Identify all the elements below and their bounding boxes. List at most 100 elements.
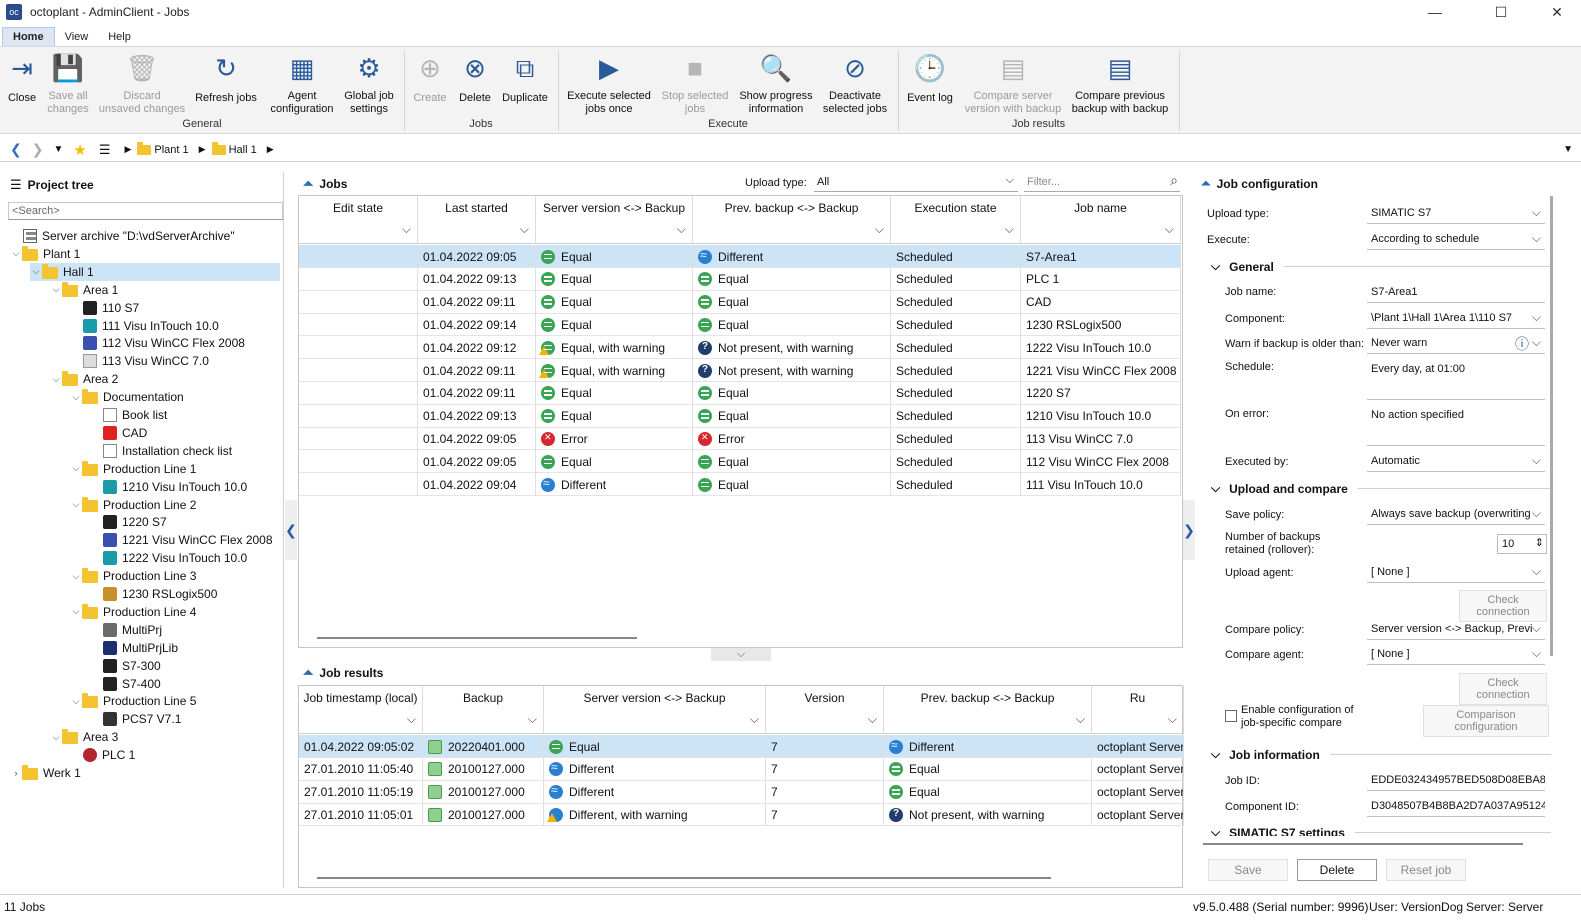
breadcrumb-plant-1[interactable]: Plant 1 [137,141,189,156]
tree-node[interactable]: 1220 S7 [90,513,167,531]
tree-node[interactable]: › Werk 1 [10,764,81,782]
backups-stepper[interactable]: 10 ⇕ [1497,534,1547,554]
column-header[interactable]: Server version <-> Backup [544,686,766,710]
compare-agent-field[interactable]: [ None ] [1367,645,1545,665]
expanded-chevron-icon[interactable]: ⌵ [30,266,42,277]
column-header[interactable]: Job timestamp (local) [299,686,423,710]
save-policy-field[interactable]: Always save backup (overwriting [1367,505,1545,525]
tree-node[interactable]: ⌵ Hall 1 [30,262,280,281]
tab-help[interactable]: Help [98,28,141,46]
column-header[interactable]: Server version <-> Backup [536,196,693,220]
compare-policy-field[interactable]: Server version <-> Backup, Previ [1367,620,1545,640]
horizontal-scrollbar[interactable] [317,877,1051,879]
table-row[interactable]: 01.04.2022 09:04 Different Equal Scheduled 1… [299,473,1181,496]
table-row[interactable]: 01.04.2022 09:05:02 20220401.000 Equal 7 Dif… [299,735,1184,758]
column-header[interactable]: Last started [418,196,536,220]
tree-node[interactable]: 1222 Visu InTouch 10.0 [90,549,247,567]
expanded-chevron-icon[interactable]: ⌵ [70,463,82,474]
collapse-left-icon[interactable]: ❮ [285,500,297,560]
tree-node[interactable]: S7-400 [90,675,161,693]
splitter-icon[interactable]: ⌵ [711,648,771,661]
back-icon[interactable]: ❮ [10,141,22,158]
tree-node[interactable]: 1210 Visu InTouch 10.0 [90,478,247,496]
job-name-field[interactable]: S7-Area1 [1367,283,1545,303]
jobs-filter-input[interactable]: Filter... ⌕ [1024,172,1180,192]
expanded-chevron-icon[interactable]: ⌵ [50,732,62,743]
sec-info-section[interactable]: ⌵ Job information [1211,747,1551,762]
component-field[interactable]: \Plant 1\Hall 1\Area 1\110 S7 [1367,309,1545,329]
upload-agent-field[interactable]: [ None ] [1367,563,1545,583]
check-connection-button[interactable]: Check connection [1459,673,1547,705]
expanded-chevron-icon[interactable]: ⌵ [10,248,22,259]
sec-general-section[interactable]: ⌵ General [1211,259,1551,274]
table-row[interactable]: 27.01.2010 11:05:01 20100127.000 Different… [299,803,1184,827]
tree-node[interactable]: ⌵ Area 3 [50,728,118,746]
table-row[interactable]: 01.04.2022 09:11 Equal Equal Scheduled CAD [299,290,1181,314]
table-row[interactable]: 27.01.2010 11:05:19 20100127.000 Different… [299,780,1184,804]
tree-node[interactable]: ⌵ Plant 1 [10,245,80,263]
save-button[interactable]: Save [1208,859,1288,881]
tree-node[interactable]: ⌵ Production Line 5 [70,692,196,710]
check-connection-button[interactable]: Check connection [1459,590,1547,622]
tree-node[interactable]: Book list [90,406,167,424]
expanded-chevron-icon[interactable]: ⌵ [50,284,62,295]
table-row[interactable]: 01.04.2022 09:14 Equal Equal Scheduled 1230 … [299,313,1181,337]
table-row[interactable]: 01.04.2022 09:12 Equal, with warning Not p… [299,336,1181,360]
horizontal-scrollbar[interactable] [317,637,637,639]
minimize-icon[interactable]: — [1412,0,1458,24]
schedule-field[interactable]: Every day, at 01:00 [1367,360,1545,400]
history-dropdown-icon[interactable]: ▼ [53,144,63,155]
column-filter-dropdown[interactable] [544,710,766,734]
column-filter-dropdown[interactable] [1021,220,1181,244]
tree-node[interactable]: 110 S7 [70,299,139,317]
compare-server-button[interactable]: ▤ Compare server version with backup [958,50,1068,116]
column-filter-dropdown[interactable] [299,710,423,734]
column-filter-dropdown[interactable] [299,220,418,244]
table-row[interactable]: 01.04.2022 09:13 Equal Equal Scheduled 1210 … [299,404,1181,428]
table-row[interactable]: 27.01.2010 11:05:40 20100127.000 Different… [299,757,1184,781]
expanded-chevron-icon[interactable]: ⌵ [70,606,82,617]
column-filter-dropdown[interactable] [891,220,1021,244]
enable-configuration-checkbox[interactable] [1225,710,1237,722]
tree-node[interactable]: ⌵ Production Line 1 [70,460,196,478]
column-filter-dropdown[interactable] [693,220,891,244]
expanded-chevron-icon[interactable]: ⌵ [70,499,82,510]
collapse-right-icon[interactable]: ❯ [1183,500,1195,560]
table-row[interactable]: 01.04.2022 09:05 Equal Different Scheduled S… [299,245,1181,268]
upload-type-field[interactable]: SIMATIC S7 [1367,204,1545,224]
tree-node[interactable]: Installation check list [90,442,232,460]
component-id-field[interactable]: D3048507B4B8BA2D7A037A9512481 [1367,797,1545,817]
collapsed-chevron-icon[interactable]: › [10,768,22,778]
column-header[interactable]: Ru [1092,686,1184,710]
config-scrollbar[interactable] [1203,843,1523,845]
close-window-icon[interactable]: ✕ [1534,0,1580,24]
warn-field[interactable]: Never warn ⓘ [1367,334,1545,354]
onerror-field[interactable]: No action specified [1367,406,1545,446]
tree-node[interactable]: ⌵ Production Line 2 [70,496,196,514]
delete-button[interactable]: Delete [1297,859,1377,881]
column-header[interactable]: Job name [1021,196,1181,220]
address-dropdown-icon[interactable]: ▼ [1563,144,1573,155]
tree-node[interactable]: MultiPrj [90,621,162,639]
tree-node[interactable]: 112 Visu WinCC Flex 2008 [70,334,245,352]
tree-node[interactable]: 1230 RSLogix500 [90,585,217,603]
table-row[interactable]: 01.04.2022 09:13 Equal Equal Scheduled PLC 1 [299,267,1181,291]
column-filter-dropdown[interactable] [884,710,1092,734]
table-row[interactable]: 01.04.2022 09:11 Equal, with warning Not p… [299,359,1181,382]
tree-node[interactable]: 111 Visu InTouch 10.0 [70,317,219,335]
column-header[interactable]: Prev. backup <-> Backup [884,686,1092,710]
tree-node[interactable]: 1221 Visu WinCC Flex 2008 [90,531,273,549]
table-row[interactable]: 01.04.2022 09:05 Equal Equal Scheduled 112 V… [299,450,1181,474]
maximize-icon[interactable]: ☐ [1478,0,1524,24]
info-icon[interactable]: ⓘ [1515,334,1529,353]
expanded-chevron-icon[interactable]: ⌵ [50,374,62,385]
tree-node[interactable]: PCS7 V7.1 [90,710,181,728]
column-header[interactable]: Backup [423,686,544,710]
expanded-chevron-icon[interactable]: ⌵ [70,571,82,582]
upload-type-select[interactable]: All ⌵ [814,174,1018,192]
tree-node[interactable]: 113 Visu WinCC 7.0 [70,352,209,370]
execute-field[interactable]: According to schedule [1367,230,1545,250]
list-view-icon[interactable]: ☰ [99,142,111,158]
executed-by-field[interactable]: Automatic [1367,452,1545,472]
tree-node[interactable]: PLC 1 [70,746,135,764]
